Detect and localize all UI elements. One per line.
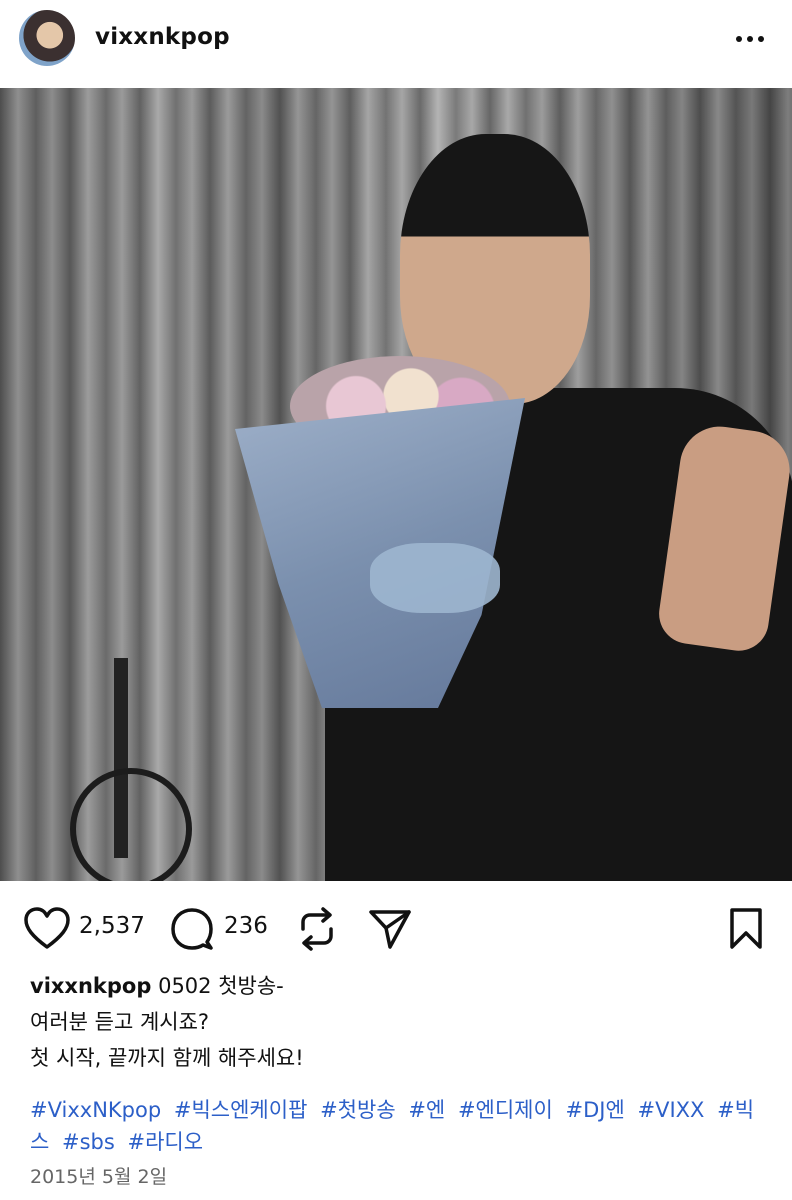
hashtag-link[interactable]: #라디오 — [128, 1130, 204, 1154]
heart-icon[interactable] — [24, 907, 70, 951]
hashtag-link[interactable]: #엔 — [408, 1098, 445, 1122]
caption-username[interactable]: vixxnkpop — [30, 974, 151, 998]
like-count[interactable]: 2,537 — [79, 913, 145, 939]
more-options-dot — [747, 36, 753, 42]
mic-cage — [70, 768, 192, 881]
comment-count[interactable]: 236 — [224, 913, 268, 939]
bouquet-ribbon — [370, 543, 500, 613]
hashtag-link[interactable]: #VixxNKpop — [30, 1098, 161, 1122]
action-bar: 2,537 236 — [0, 881, 792, 976]
more-options-button[interactable] — [732, 24, 768, 54]
post-date: 2015년 5월 2일 — [30, 1166, 168, 1188]
bookmark-icon[interactable] — [728, 907, 764, 951]
more-options-icon — [736, 36, 742, 42]
post-header: vixxnkpop — [0, 0, 792, 88]
hashtag-link[interactable]: #엔디제이 — [458, 1098, 553, 1122]
more-options-dot — [758, 36, 764, 42]
caption-line-3: 첫 시작, 끝까지 함께 해주세요! — [30, 1046, 304, 1070]
hashtag-link[interactable]: #sbs — [62, 1130, 115, 1154]
hashtag-link[interactable]: #VIXX — [637, 1098, 704, 1122]
post-caption: vixxnkpop 0502 첫방송- 여러분 듣고 계시죠? 첫 시작, 끝까… — [30, 968, 770, 1076]
comment-bubble-icon[interactable] — [170, 907, 214, 951]
username[interactable]: vixxnkpop — [95, 24, 230, 50]
caption-line-1: vixxnkpop 0502 첫방송- — [30, 968, 770, 1004]
hashtag-link[interactable]: #빅스엔케이팝 — [174, 1098, 308, 1122]
hashtag-list: #VixxNKpop #빅스엔케이팝 #첫방송 #엔 #엔디제이 #DJ엔 #V… — [30, 1094, 770, 1158]
post-photo[interactable] — [0, 88, 792, 881]
microphone — [30, 658, 200, 881]
caption-line-2: 여러분 듣고 계시죠? — [30, 1010, 210, 1034]
hashtag-link[interactable]: #DJ엔 — [566, 1098, 625, 1122]
flower-bouquet — [220, 338, 540, 708]
send-icon[interactable] — [368, 907, 412, 951]
avatar[interactable] — [19, 10, 75, 66]
caption-text: 0502 첫방송- — [158, 974, 284, 998]
hashtag-link[interactable]: #첫방송 — [320, 1098, 396, 1122]
repost-icon[interactable] — [297, 907, 337, 951]
